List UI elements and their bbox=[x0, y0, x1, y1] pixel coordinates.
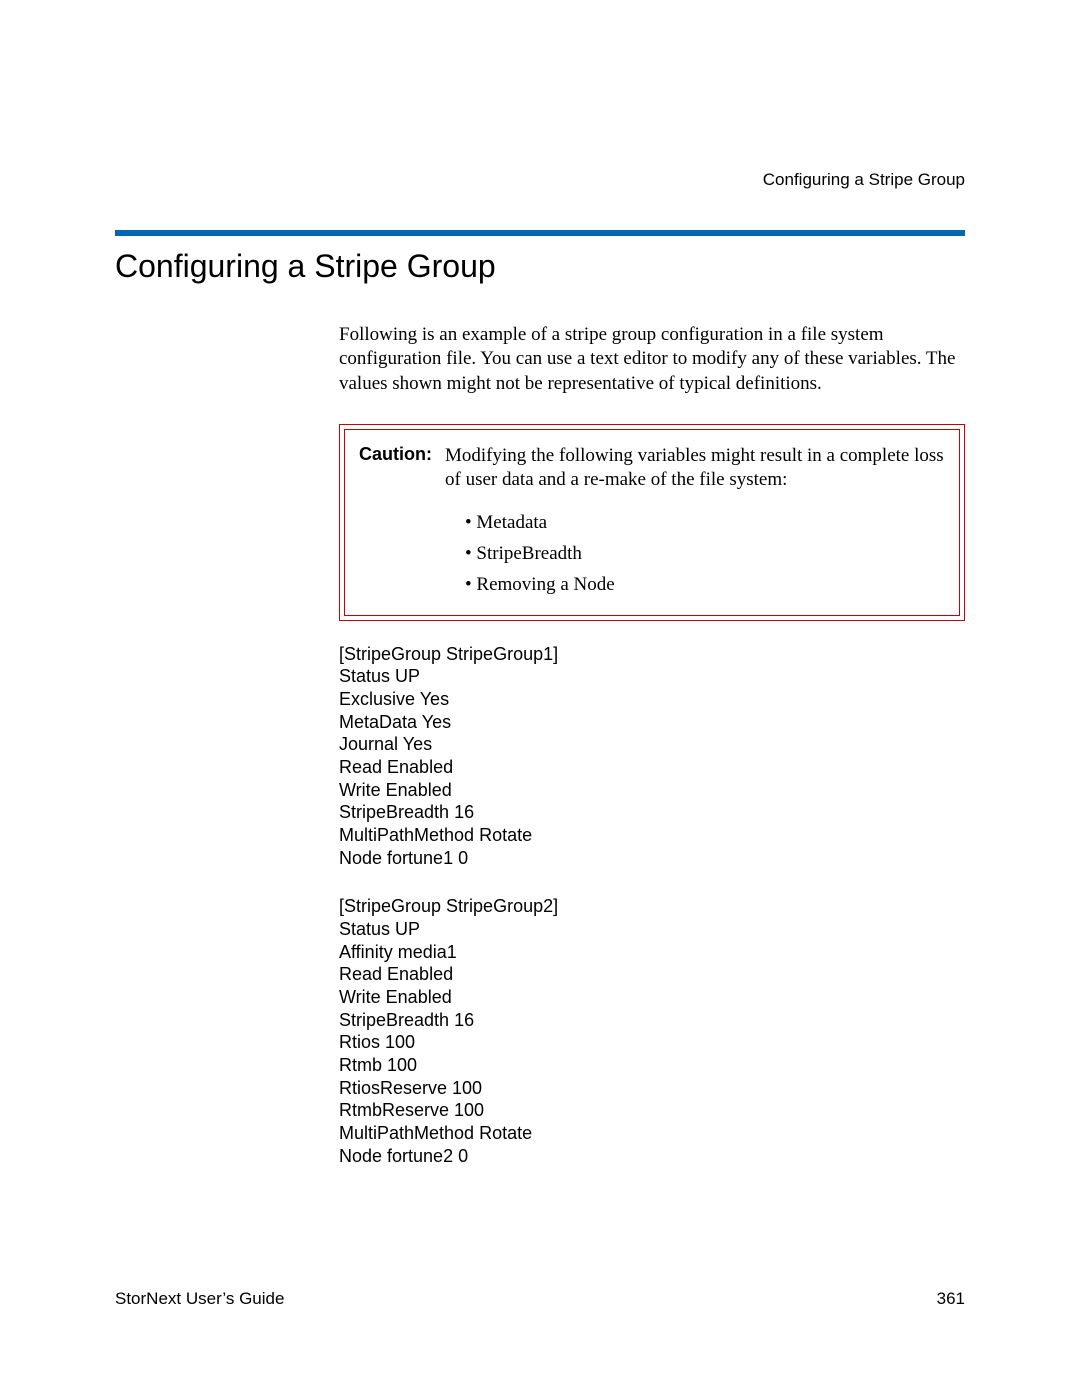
config-block-1: [StripeGroup StripeGroup1] Status UP Exc… bbox=[339, 643, 965, 870]
document-page: Configuring a Stripe Group Configuring a… bbox=[0, 0, 1080, 1397]
running-header: Configuring a Stripe Group bbox=[115, 170, 965, 190]
caution-label: Caution: bbox=[359, 444, 445, 465]
caution-item: Removing a Node bbox=[465, 569, 945, 600]
body-column: Following is an example of a stripe grou… bbox=[339, 323, 965, 1167]
caution-inner: Caution: Modifying the following variabl… bbox=[344, 429, 960, 616]
caution-item: StripeBreadth bbox=[465, 538, 945, 569]
page-footer: StorNext User’s Guide 361 bbox=[115, 1289, 965, 1309]
config-block-2: [StripeGroup StripeGroup2] Status UP Aff… bbox=[339, 895, 965, 1167]
section-title: Configuring a Stripe Group bbox=[115, 248, 965, 285]
caution-item: Metadata bbox=[465, 507, 945, 538]
caution-row: Caution: Modifying the following variabl… bbox=[359, 444, 945, 493]
caution-text: Modifying the following variables might … bbox=[445, 444, 945, 493]
footer-left: StorNext User’s Guide bbox=[115, 1289, 284, 1309]
intro-paragraph: Following is an example of a stripe grou… bbox=[339, 323, 965, 396]
caution-list: Metadata StripeBreadth Removing a Node bbox=[465, 507, 945, 601]
caution-box: Caution: Modifying the following variabl… bbox=[339, 424, 965, 621]
section-bar bbox=[115, 230, 965, 236]
footer-page-number: 361 bbox=[937, 1289, 965, 1309]
